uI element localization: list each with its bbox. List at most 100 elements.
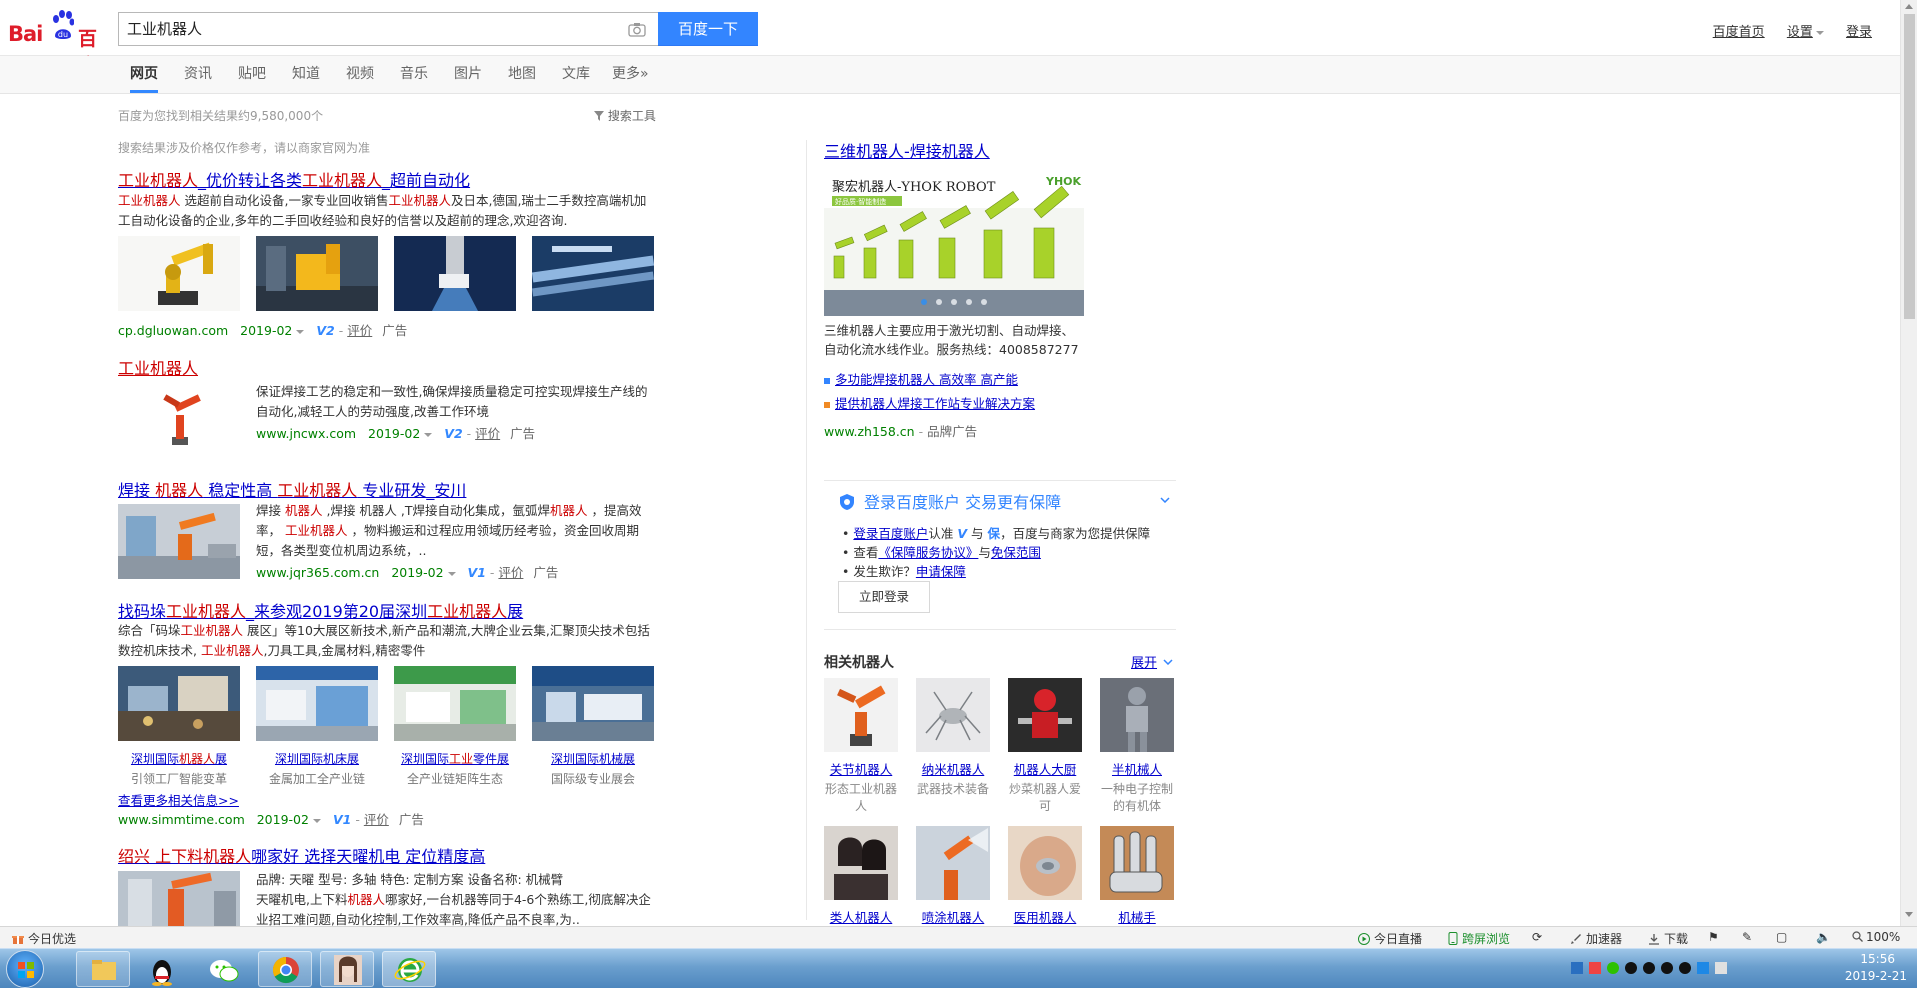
result-4-thumb-caption-2[interactable]: 深圳国际机床展 (256, 750, 378, 767)
tab-music[interactable]: 音乐 (400, 56, 428, 92)
dropdown-icon[interactable] (447, 571, 456, 576)
today-picks[interactable]: 今日优选 (12, 930, 76, 947)
related-image-7[interactable] (1008, 826, 1082, 900)
right-ad-banner[interactable]: 聚宏机器人-YHOK ROBOT YHOK 好品质·智能制造 (824, 168, 1084, 316)
search-button[interactable]: 百度一下 (658, 12, 758, 46)
related-name-8[interactable]: 机械手 (1100, 907, 1174, 926)
vip-badge[interactable]: V1 (333, 812, 351, 827)
right-ad-link-2[interactable]: 提供机器人焊接工作站专业解决方案 (824, 393, 1035, 412)
scroll-down-icon[interactable] (1905, 912, 1913, 917)
page-scrollbar[interactable] (1900, 0, 1917, 926)
settings-link[interactable]: 设置 (1787, 25, 1824, 40)
tray-icons[interactable] (1571, 959, 1741, 979)
taskbar-explorer[interactable] (76, 951, 130, 987)
login-link[interactable]: 登录 (1846, 25, 1872, 40)
result-5-title[interactable]: 绍兴 上下料机器人哪家好 选择天曜机电 定位精度高 (118, 843, 485, 867)
taskbar-wechat[interactable] (196, 951, 250, 987)
tab-zhidao[interactable]: 知道 (292, 56, 320, 92)
related-name-2[interactable]: 纳米机器人 (916, 759, 990, 778)
window-icon[interactable]: ▢ (1776, 930, 1787, 944)
right-ad-link-1[interactable]: 多功能焊接机器人 高效率 高产能 (824, 369, 1018, 388)
related-name-6[interactable]: 喷涂机器人 (916, 907, 990, 926)
result-4-url[interactable]: www.simmtime.com (118, 812, 245, 827)
tab-wenku[interactable]: 文库 (562, 56, 590, 92)
result-3-url[interactable]: www.jqr365.com.cn (256, 565, 379, 580)
dropdown-icon[interactable] (312, 818, 321, 823)
downloads[interactable]: 下载 (1648, 930, 1688, 947)
refresh-icon[interactable]: ⟳ (1532, 930, 1542, 944)
login-card-heading[interactable]: 登录百度账户 交易更有保障 (838, 489, 1061, 513)
vip-badge[interactable]: V2 (444, 426, 462, 441)
login-account-link[interactable]: 登录百度账户 (853, 526, 928, 541)
scroll-up-icon[interactable] (1905, 4, 1913, 9)
result-1-title[interactable]: 工业机器人_优价转让各类工业机器人_超前自动化 (118, 167, 470, 191)
clock-time[interactable]: 15:56 (1860, 952, 1895, 966)
related-name-1[interactable]: 关节机器人 (824, 759, 898, 778)
tab-video[interactable]: 视频 (346, 56, 374, 92)
related-name-3[interactable]: 机器人大厨 (1008, 759, 1082, 778)
baidu-logo[interactable]: Bai du 百度 (8, 8, 112, 77)
flag-icon[interactable]: ⚑ (1708, 930, 1719, 944)
result-4-thumb-caption-4[interactable]: 深圳国际机械展 (532, 750, 654, 767)
result-3-image[interactable] (118, 504, 240, 579)
taskbar-photo-app[interactable] (320, 951, 374, 987)
rate-link[interactable]: 评价 (364, 812, 389, 827)
more-info-link[interactable]: 查看更多相关信息>> (118, 790, 239, 809)
result-4-title[interactable]: 找码垛工业机器人_来参观2019第20届深圳工业机器人展 (118, 598, 523, 622)
baidu-home-link[interactable]: 百度首页 (1713, 25, 1765, 40)
search-input[interactable]: 工业机器人 (127, 13, 202, 45)
search-tools-button[interactable]: 搜索工具 (594, 107, 656, 124)
result-2-url[interactable]: www.jncwx.com (256, 426, 356, 441)
volume-icon[interactable]: 🔈 (1816, 930, 1831, 944)
result-4-thumb-caption-1[interactable]: 深圳国际机器人展 (118, 750, 240, 767)
right-ad-url[interactable]: www.zh158.cn (824, 424, 915, 439)
accelerator[interactable]: 加速器 (1570, 930, 1622, 947)
taskbar-chrome[interactable] (258, 951, 312, 987)
apply-guarantee-link[interactable]: 申请保障 (916, 564, 966, 579)
related-image-2[interactable] (916, 678, 990, 752)
result-4-thumb-caption-3[interactable]: 深圳国际工业零件展 (394, 750, 516, 767)
related-image-8[interactable] (1100, 826, 1174, 900)
result-5-image[interactable] (118, 871, 240, 926)
scroll-thumb[interactable] (1904, 14, 1915, 319)
search-box[interactable]: 工业机器人 (118, 12, 658, 46)
result-1-url[interactable]: cp.dgluowan.com (118, 323, 228, 338)
exemption-link[interactable]: 免保范围 (991, 545, 1041, 560)
related-name-4[interactable]: 半机械人 (1100, 759, 1174, 778)
chevron-down-icon[interactable] (1160, 497, 1170, 503)
taskbar-browser-active[interactable] (382, 951, 436, 987)
related-image-1[interactable] (824, 678, 898, 752)
cross-screen-browse[interactable]: 跨屏浏览 (1448, 930, 1510, 947)
result-2-title[interactable]: 工业机器人 (118, 355, 198, 379)
rate-link[interactable]: 评价 (498, 565, 523, 580)
related-name-7[interactable]: 医用机器人 (1008, 907, 1082, 926)
tab-news[interactable]: 资讯 (184, 56, 212, 92)
vip-badge[interactable]: V1 (468, 565, 486, 580)
zoom-level[interactable]: 100% (1852, 930, 1900, 944)
result-4-image-3[interactable] (394, 666, 516, 741)
tab-web[interactable]: 网页 (130, 56, 158, 93)
result-1-image-2[interactable] (256, 236, 378, 311)
related-expand-link[interactable]: 展开 (1131, 652, 1173, 671)
dropdown-icon[interactable] (296, 329, 305, 334)
cleanup-icon[interactable]: ✎ (1742, 930, 1752, 944)
result-3-title[interactable]: 焊接 机器人 稳定性高 工业机器人 专业研发_安川 (118, 477, 466, 501)
start-button[interactable] (6, 950, 44, 988)
related-name-5[interactable]: 类人机器人 (824, 907, 898, 926)
service-agreement-link[interactable]: 《保障服务协议》 (878, 545, 978, 560)
vip-badge[interactable]: V2 (316, 323, 334, 338)
tab-tieba[interactable]: 贴吧 (238, 56, 266, 92)
tab-more[interactable]: 更多» (612, 56, 649, 92)
related-image-4[interactable] (1100, 678, 1174, 752)
dropdown-icon[interactable] (424, 432, 433, 437)
result-4-image-1[interactable] (118, 666, 240, 741)
rate-link[interactable]: 评价 (347, 323, 372, 338)
related-image-6[interactable] (916, 826, 990, 900)
tab-map[interactable]: 地图 (508, 56, 536, 92)
result-1-image-3[interactable] (394, 236, 516, 311)
camera-icon[interactable] (628, 22, 646, 37)
login-now-button[interactable]: 立即登录 (838, 581, 930, 613)
result-1-image-4[interactable] (532, 236, 654, 311)
result-4-image-4[interactable] (532, 666, 654, 741)
today-live[interactable]: 今日直播 (1358, 930, 1422, 947)
